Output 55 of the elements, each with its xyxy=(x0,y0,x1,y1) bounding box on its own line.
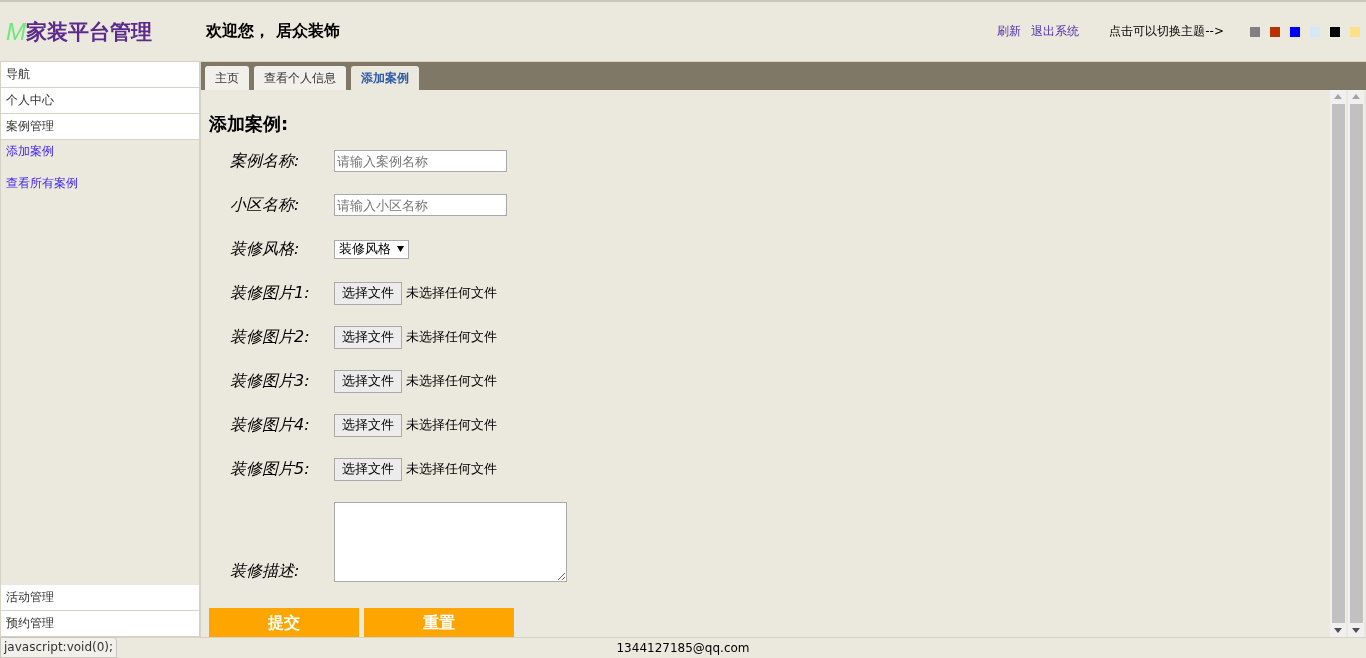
sidebar-link[interactable]: 查看所有案例 xyxy=(1,172,199,204)
field-label: 装修图片4: xyxy=(229,414,311,436)
choose-file-button[interactable]: 选择文件 xyxy=(334,457,402,481)
description-field[interactable] xyxy=(334,502,567,582)
field-label: 装修描述: xyxy=(229,561,301,582)
caret-icon xyxy=(397,246,404,252)
scroll-up-icon[interactable] xyxy=(1334,94,1342,99)
choose-file-button[interactable]: 选择文件 xyxy=(334,369,402,393)
tab[interactable]: 查看个人信息 xyxy=(254,66,346,90)
scroll-down-icon[interactable] xyxy=(1352,628,1360,633)
form-title: 添加案例: xyxy=(209,112,290,136)
field-label: 装修风格: xyxy=(229,238,301,260)
sidebar-section[interactable]: 导航 xyxy=(1,62,199,88)
status-tooltip: javascript:void(0); xyxy=(0,637,118,658)
theme-swatch[interactable] xyxy=(1350,26,1360,37)
welcome-text: 欢迎您， 居众装饰 xyxy=(206,21,340,42)
scroll-down-icon[interactable] xyxy=(1334,628,1342,633)
field-label: 装修图片2: xyxy=(229,326,311,348)
sidebar-section[interactable]: 预约管理 xyxy=(1,611,199,637)
theme-swatch[interactable] xyxy=(1270,26,1280,37)
sidebar-section[interactable]: 活动管理 xyxy=(1,585,199,611)
theme-swatch[interactable] xyxy=(1330,26,1340,37)
theme-swatch[interactable] xyxy=(1290,26,1300,37)
sidebar-link[interactable]: 添加案例 xyxy=(1,140,199,172)
field-label: 小区名称: xyxy=(229,194,301,216)
file-status: 未选择任何文件 xyxy=(406,284,497,302)
style-dropdown[interactable]: 装修风格 xyxy=(334,239,409,259)
choose-file-button[interactable]: 选择文件 xyxy=(334,325,402,349)
field-label: 装修图片3: xyxy=(229,370,311,392)
field-label: 案例名称: xyxy=(229,150,301,172)
scrollbar[interactable] xyxy=(1348,90,1364,637)
tab[interactable]: 添加案例 xyxy=(351,66,419,90)
site-title: 家装平台管理 xyxy=(26,18,152,46)
logo-mark: M xyxy=(6,17,26,46)
scroll-up-icon[interactable] xyxy=(1352,94,1360,99)
theme-swatch[interactable] xyxy=(1310,26,1320,37)
file-status: 未选择任何文件 xyxy=(406,328,497,346)
scrollbar[interactable] xyxy=(1330,90,1346,637)
file-status: 未选择任何文件 xyxy=(406,416,497,434)
file-status: 未选择任何文件 xyxy=(406,372,497,390)
field-label: 装修图片5: xyxy=(229,458,311,480)
header-link[interactable]: 退出系统 xyxy=(1031,23,1080,40)
sidebar-section[interactable]: 案例管理 xyxy=(1,114,199,140)
input-field[interactable]: 请输入案例名称 xyxy=(334,150,507,172)
theme-swatch[interactable] xyxy=(1250,26,1260,37)
input-field[interactable]: 请输入小区名称 xyxy=(334,194,507,216)
sidebar-section[interactable]: 个人中心 xyxy=(1,88,199,114)
tab[interactable]: 主页 xyxy=(205,66,249,90)
theme-hint: 点击可以切换主题--> xyxy=(1109,23,1224,40)
header-link[interactable]: 刷新 xyxy=(997,23,1022,40)
file-status: 未选择任何文件 xyxy=(406,460,497,478)
footer-email: 1344127185@qq.com xyxy=(616,641,750,655)
field-label: 装修图片1: xyxy=(229,282,311,304)
choose-file-button[interactable]: 选择文件 xyxy=(334,281,402,305)
choose-file-button[interactable]: 选择文件 xyxy=(334,413,402,437)
